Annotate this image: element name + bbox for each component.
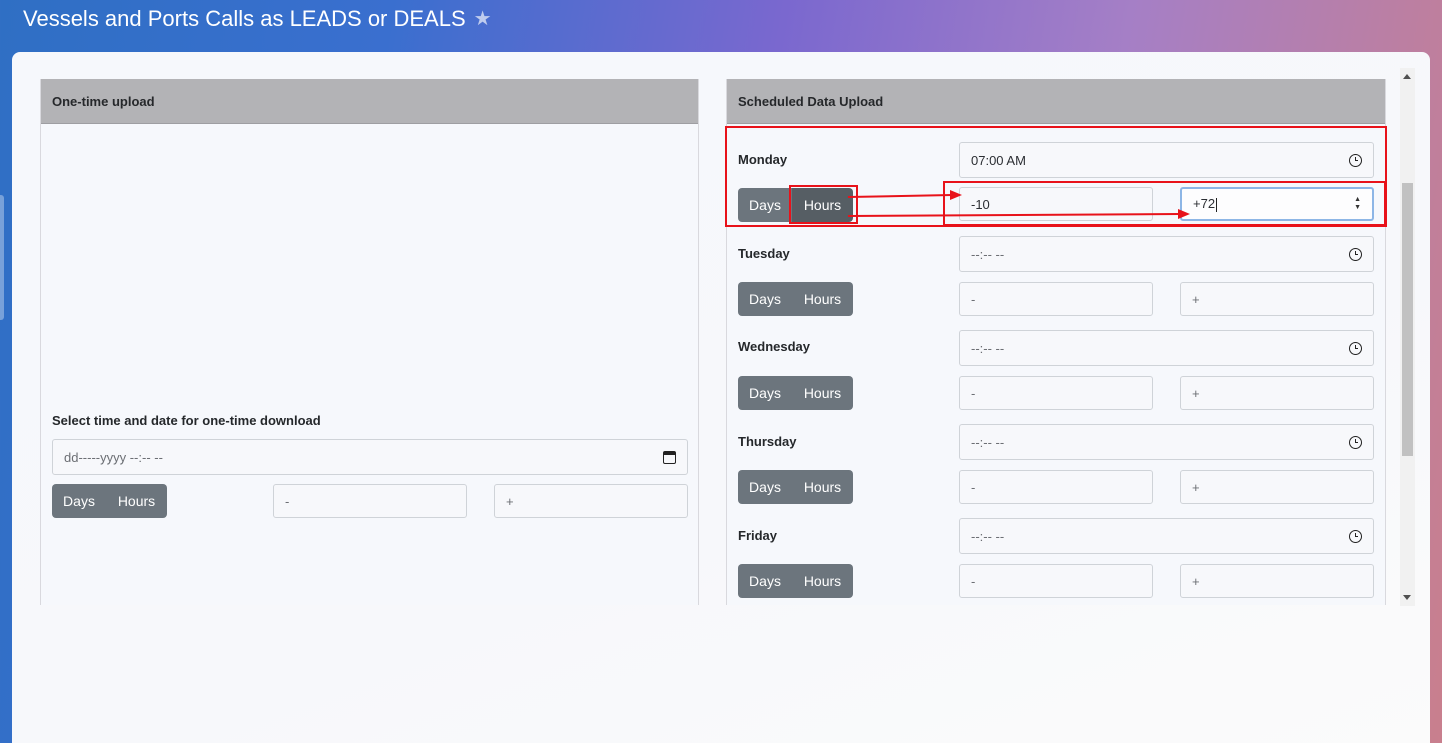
friday-plus-input[interactable]: + — [1180, 564, 1374, 598]
side-tab-handle[interactable] — [0, 195, 4, 320]
one-time-upload-panel: One-time upload Select time and date for… — [40, 79, 699, 605]
monday-hours-button[interactable]: Hours — [792, 188, 853, 222]
one-time-select-label: Select time and date for one-time downlo… — [52, 413, 321, 428]
thursday-time-value: --:-- -- — [971, 434, 1005, 450]
monday-plus-input[interactable]: +72 ▲ ▼ — [1180, 187, 1374, 221]
friday-time-value: --:-- -- — [971, 528, 1005, 544]
friday-unit-toggle: Days Hours — [738, 564, 853, 598]
spinner-icon[interactable]: ▲ ▼ — [1354, 196, 1361, 211]
clock-icon[interactable] — [1349, 247, 1362, 261]
star-icon[interactable]: ★ — [474, 9, 492, 29]
one-time-minus-input[interactable]: - — [273, 484, 467, 518]
day-label-friday: Friday — [738, 528, 778, 543]
wednesday-time-input[interactable]: --:-- -- — [959, 330, 1374, 366]
thursday-hours-button[interactable]: Hours — [792, 470, 853, 504]
monday-minus-value: -10 — [971, 196, 990, 212]
thursday-minus-value: - — [971, 479, 976, 495]
one-time-plus-input[interactable]: + — [494, 484, 688, 518]
tuesday-minus-value: - — [971, 291, 976, 307]
friday-minus-input[interactable]: - — [959, 564, 1153, 598]
wednesday-plus-input[interactable]: + — [1180, 376, 1374, 410]
scheduled-upload-panel: Scheduled Data Upload Monday 07:00 AM Da… — [726, 79, 1386, 605]
tuesday-time-value: --:-- -- — [971, 246, 1005, 262]
page-title: Vessels and Ports Calls as LEADS or DEAL… — [23, 6, 492, 32]
one-time-upload-header: One-time upload — [41, 79, 698, 124]
clock-icon[interactable] — [1349, 435, 1362, 449]
monday-time-input[interactable]: 07:00 AM — [959, 142, 1374, 178]
monday-time-value: 07:00 AM — [971, 152, 1026, 168]
scheduled-scrollbar[interactable] — [1400, 68, 1415, 606]
monday-days-button[interactable]: Days — [738, 188, 792, 222]
one-time-datetime-value: dd-----yyyy --:-- -- — [64, 449, 163, 465]
monday-minus-input[interactable]: -10 — [959, 187, 1153, 221]
wednesday-time-value: --:-- -- — [971, 340, 1005, 356]
calendar-icon[interactable] — [663, 450, 676, 464]
wednesday-days-button[interactable]: Days — [738, 376, 792, 410]
text-cursor — [1216, 197, 1218, 212]
scroll-thumb[interactable] — [1402, 183, 1413, 456]
wednesday-minus-value: - — [971, 385, 976, 401]
scroll-up-arrow-icon[interactable] — [1403, 74, 1411, 79]
one-time-hours-button[interactable]: Hours — [106, 484, 167, 518]
tuesday-unit-toggle: Days Hours — [738, 282, 853, 316]
day-label-wednesday: Wednesday — [738, 339, 811, 354]
page-header: Vessels and Ports Calls as LEADS or DEAL… — [0, 0, 1442, 52]
friday-minus-value: - — [971, 573, 976, 589]
monday-plus-text: +72 — [1193, 196, 1216, 212]
one-time-plus-value: + — [506, 493, 514, 509]
friday-days-button[interactable]: Days — [738, 564, 792, 598]
scroll-down-arrow-icon[interactable] — [1403, 595, 1411, 600]
main-card: One-time upload Select time and date for… — [12, 52, 1430, 743]
tuesday-time-input[interactable]: --:-- -- — [959, 236, 1374, 272]
friday-hours-button[interactable]: Hours — [792, 564, 853, 598]
scheduled-upload-header: Scheduled Data Upload — [727, 79, 1385, 124]
thursday-plus-input[interactable]: + — [1180, 470, 1374, 504]
day-label-monday: Monday — [738, 152, 788, 167]
thursday-plus-value: + — [1192, 479, 1200, 495]
tuesday-hours-button[interactable]: Hours — [792, 282, 853, 316]
monday-unit-toggle: Days Hours — [738, 188, 853, 222]
tuesday-plus-input[interactable]: + — [1180, 282, 1374, 316]
thursday-minus-input[interactable]: - — [959, 470, 1153, 504]
clock-icon[interactable] — [1349, 153, 1362, 167]
one-time-minus-value: - — [285, 493, 290, 509]
tuesday-days-button[interactable]: Days — [738, 282, 792, 316]
wednesday-unit-toggle: Days Hours — [738, 376, 853, 410]
friday-plus-value: + — [1192, 573, 1200, 589]
tuesday-minus-input[interactable]: - — [959, 282, 1153, 316]
clock-icon[interactable] — [1349, 341, 1362, 355]
wednesday-hours-button[interactable]: Hours — [792, 376, 853, 410]
thursday-unit-toggle: Days Hours — [738, 470, 853, 504]
wednesday-minus-input[interactable]: - — [959, 376, 1153, 410]
day-label-thursday: Thursday — [738, 434, 797, 449]
one-time-days-button[interactable]: Days — [52, 484, 106, 518]
wednesday-plus-value: + — [1192, 385, 1200, 401]
thursday-days-button[interactable]: Days — [738, 470, 792, 504]
friday-time-input[interactable]: --:-- -- — [959, 518, 1374, 554]
tuesday-plus-value: + — [1192, 291, 1200, 307]
one-time-datetime-input[interactable]: dd-----yyyy --:-- -- — [52, 439, 688, 475]
page-title-text: Vessels and Ports Calls as LEADS or DEAL… — [23, 6, 466, 31]
monday-plus-value: +72 — [1193, 196, 1218, 212]
thursday-time-input[interactable]: --:-- -- — [959, 424, 1374, 460]
one-time-unit-toggle: Days Hours — [52, 484, 167, 518]
day-label-tuesday: Tuesday — [738, 246, 790, 261]
clock-icon[interactable] — [1349, 529, 1362, 543]
